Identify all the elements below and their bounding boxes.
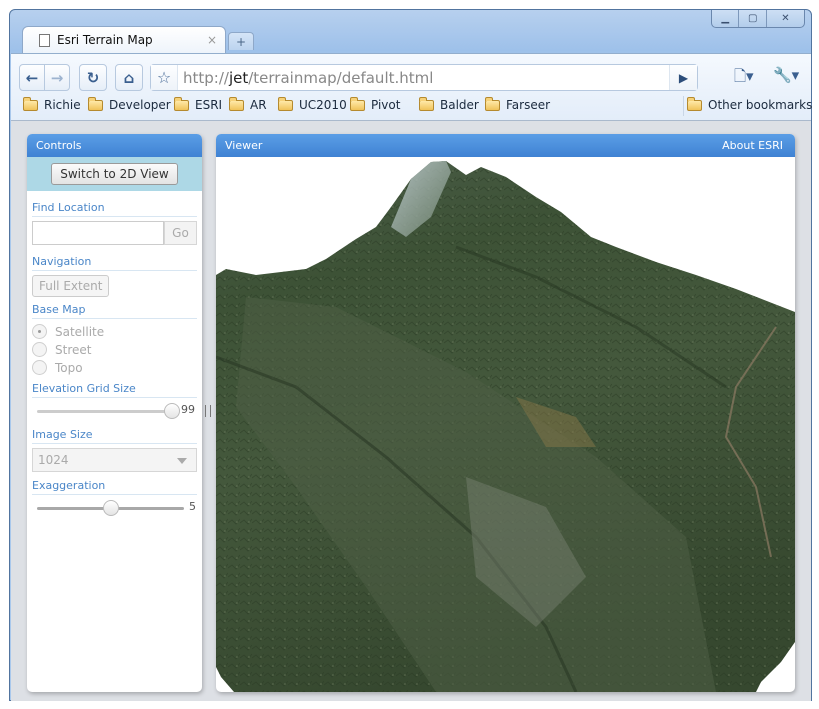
back-arrow-icon: ← bbox=[25, 68, 39, 87]
full-extent-button[interactable]: Full Extent bbox=[32, 275, 110, 297]
page-content: Controls Switch to 2D View Find Location… bbox=[11, 120, 811, 701]
exaggeration-label: Exaggeration bbox=[32, 479, 197, 495]
wrench-menu-icon[interactable]: 🔧▾ bbox=[773, 66, 799, 84]
radio-button[interactable] bbox=[32, 342, 47, 357]
home-icon: ⌂ bbox=[123, 68, 135, 87]
go-button[interactable]: Go bbox=[164, 221, 197, 245]
bookmark-uc2010[interactable]: UC2010 bbox=[278, 96, 347, 112]
folder-icon bbox=[88, 96, 103, 111]
elevation-grid-size-label: Elevation Grid Size bbox=[32, 382, 197, 398]
browser-window: ▁ ▢ ✕ Esri Terrain Map × + ← → ↻ ⌂ ☆ htt… bbox=[9, 9, 812, 701]
slider-track[interactable] bbox=[37, 410, 172, 413]
bookmark-label: Richie bbox=[44, 98, 81, 112]
bookmark-pivot[interactable]: Pivot bbox=[350, 96, 401, 112]
url-text[interactable]: http://jet/terrainmap/default.html bbox=[178, 69, 433, 87]
tab-title: Esri Terrain Map bbox=[57, 33, 153, 47]
elevation-grid-value: 99 bbox=[181, 403, 195, 416]
terrain-3d-view[interactable] bbox=[216, 157, 795, 692]
close-window-button[interactable]: ✕ bbox=[767, 10, 804, 27]
find-location-input[interactable] bbox=[32, 221, 164, 245]
url-path: /terrainmap/default.html bbox=[248, 68, 434, 87]
panel-splitter-handle[interactable] bbox=[205, 405, 211, 417]
reload-icon: ↻ bbox=[86, 68, 100, 87]
tab-close-icon[interactable]: × bbox=[207, 33, 217, 47]
page-icon bbox=[39, 33, 50, 47]
url-prefix: http:// bbox=[183, 68, 229, 87]
folder-icon bbox=[485, 96, 500, 111]
radio-label: Topo bbox=[55, 360, 83, 375]
bookmark-esri[interactable]: ESRI bbox=[174, 96, 223, 112]
bookmark-label: Pivot bbox=[371, 98, 401, 112]
forward-button[interactable]: → bbox=[44, 64, 70, 91]
home-button[interactable]: ⌂ bbox=[115, 64, 143, 91]
folder-icon bbox=[174, 96, 189, 111]
switch-view-bar: Switch to 2D View bbox=[27, 157, 202, 191]
bookmark-farseer[interactable]: Farseer bbox=[485, 96, 551, 112]
image-size-label: Image Size bbox=[32, 428, 197, 444]
controls-header: Controls bbox=[27, 134, 202, 157]
find-location-row: Go bbox=[32, 221, 197, 245]
folder-icon bbox=[278, 96, 293, 111]
switch-to-2d-button[interactable]: Switch to 2D View bbox=[51, 163, 178, 185]
back-button[interactable]: ← bbox=[19, 64, 45, 91]
elevation-grid-slider[interactable]: 99 bbox=[32, 400, 197, 422]
address-bar[interactable]: ☆ http://jet/terrainmap/default.html ▶ bbox=[150, 64, 698, 91]
bookmark-label: Balder bbox=[440, 98, 479, 112]
viewer-header: Viewer About ESRI bbox=[216, 134, 795, 157]
base-map-label: Base Map bbox=[32, 303, 197, 319]
radio-topo[interactable]: Topo bbox=[32, 360, 197, 375]
bookmarks-separator bbox=[683, 96, 684, 116]
bookmark-developer[interactable]: Developer bbox=[88, 96, 171, 112]
folder-icon bbox=[350, 96, 365, 111]
folder-icon bbox=[687, 96, 702, 111]
find-location-label: Find Location bbox=[32, 201, 197, 217]
slider-thumb[interactable] bbox=[102, 500, 119, 516]
window-controls: ▁ ▢ ✕ bbox=[711, 10, 805, 28]
folder-icon bbox=[419, 96, 434, 111]
radio-button[interactable] bbox=[32, 360, 47, 375]
bookmark-balder[interactable]: Balder bbox=[419, 96, 479, 112]
image-size-select[interactable]: 1024 bbox=[32, 448, 197, 472]
bookmark-label: Farseer bbox=[506, 98, 551, 112]
radio-label: Satellite bbox=[55, 324, 105, 339]
new-tab-button[interactable]: + bbox=[228, 32, 254, 50]
page-menu-icon[interactable]: 🗋▾ bbox=[734, 66, 754, 91]
go-arrow-icon[interactable]: ▶ bbox=[669, 65, 697, 90]
bookmark-richie[interactable]: Richie bbox=[23, 96, 81, 112]
bookmark-label: Other bookmarks bbox=[708, 98, 813, 112]
reload-button[interactable]: ↻ bbox=[79, 64, 107, 91]
exaggeration-value: 5 bbox=[189, 500, 196, 513]
bookmark-ar[interactable]: AR bbox=[229, 96, 267, 112]
folder-icon bbox=[23, 96, 38, 111]
bookmark-label: UC2010 bbox=[299, 98, 347, 112]
bookmark-label: Developer bbox=[109, 98, 171, 112]
bookmark-star-icon[interactable]: ☆ bbox=[151, 65, 178, 90]
radio-button-selected[interactable] bbox=[32, 324, 47, 339]
browser-toolbar: ← → ↻ ⌂ ☆ http://jet/terrainmap/default.… bbox=[11, 53, 813, 120]
bookmark-label: AR bbox=[250, 98, 267, 112]
controls-panel: Controls Switch to 2D View Find Location… bbox=[27, 134, 202, 692]
radio-street[interactable]: Street bbox=[32, 342, 197, 357]
image-size-value: 1024 bbox=[38, 453, 69, 467]
bookmark-other[interactable]: Other bookmarks bbox=[687, 96, 813, 112]
viewer-panel: Viewer About ESRI bbox=[216, 134, 795, 692]
radio-label: Street bbox=[55, 342, 92, 357]
navigation-label: Navigation bbox=[32, 255, 197, 271]
maximize-button[interactable]: ▢ bbox=[739, 10, 767, 27]
exaggeration-slider[interactable]: 5 bbox=[32, 497, 197, 519]
bookmarks-bar: Richie Developer ESRI AR UC2010 Pivot Ba… bbox=[19, 96, 813, 116]
viewer-title: Viewer bbox=[225, 139, 263, 152]
slider-thumb[interactable] bbox=[164, 403, 180, 419]
folder-icon bbox=[229, 96, 244, 111]
forward-arrow-icon: → bbox=[50, 68, 64, 87]
minimize-button[interactable]: ▁ bbox=[712, 10, 740, 27]
url-host: jet bbox=[228, 68, 249, 87]
radio-satellite[interactable]: Satellite bbox=[32, 324, 197, 339]
about-esri-link[interactable]: About ESRI bbox=[722, 134, 783, 157]
chevron-down-icon bbox=[177, 458, 187, 464]
tab-esri-terrain-map[interactable]: Esri Terrain Map × bbox=[22, 26, 226, 53]
bookmark-label: ESRI bbox=[195, 98, 223, 112]
